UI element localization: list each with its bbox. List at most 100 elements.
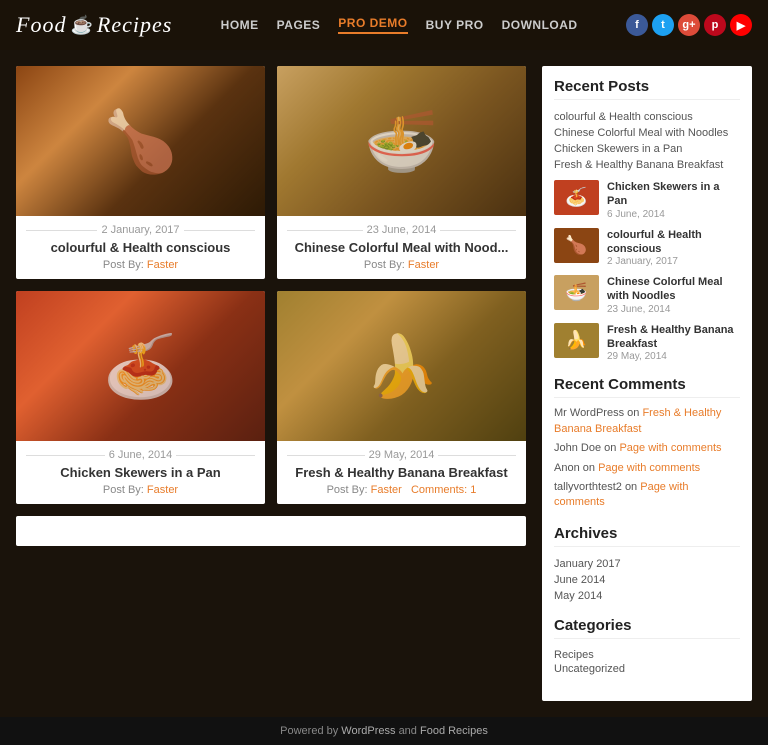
site-header: Food ☕ Recipes HOME PAGES PRO DEMO BUY P…: [0, 0, 768, 50]
thumb-emoji-3: 🍜: [565, 282, 587, 303]
comment-on-2: on: [604, 442, 619, 454]
sidebar-categories: Categories Recipes Uncategorized: [554, 617, 740, 675]
comment-user-4[interactable]: tallyvorthtest2: [554, 481, 622, 493]
post-meta-1: Post By: Faster: [26, 259, 255, 271]
recent-link[interactable]: Chinese Colorful Meal with Noodles: [554, 127, 728, 139]
post-image-2: 🍜: [277, 66, 526, 216]
archive-list: January 2017 June 2014 May 2014: [554, 555, 740, 603]
list-item: Fresh & Healthy Banana Breakfast: [554, 156, 740, 172]
thumb-date-2: 2 January, 2017: [607, 256, 740, 267]
post-author-1[interactable]: Faster: [147, 259, 178, 271]
thumb-title-2: colourful & Health conscious: [607, 228, 740, 257]
site-footer: Powered by WordPress and Food Recipes: [0, 717, 768, 745]
post-by-label-2: Post By:: [364, 259, 405, 271]
food-emoji-3: 🍝: [103, 331, 178, 402]
post-by-label-1: Post By:: [103, 259, 144, 271]
post-card[interactable]: 🍗 2 January, 2017 colourful & Health con…: [16, 66, 265, 279]
list-item: June 2014: [554, 571, 740, 587]
thumb-title-1: Chicken Skewers in a Pan: [607, 180, 740, 209]
twitter-icon[interactable]: t: [652, 14, 674, 36]
sidebar-archives: Archives January 2017 June 2014 May 2014: [554, 525, 740, 603]
logo-text-1: Food: [16, 12, 66, 38]
post-date-2: 23 June, 2014: [287, 224, 516, 236]
recent-link[interactable]: Chicken Skewers in a Pan: [554, 143, 682, 155]
pinterest-icon[interactable]: p: [704, 14, 726, 36]
post-body-2: 23 June, 2014 Chinese Colorful Meal with…: [277, 216, 526, 279]
post-title-4: Fresh & Healthy Banana Breakfast: [287, 465, 516, 480]
youtube-icon[interactable]: ▶: [730, 14, 752, 36]
post-image-3: 🍝: [16, 291, 265, 441]
food-emoji-2: 🍜: [364, 106, 439, 177]
post-card[interactable]: 🍌 29 May, 2014 Fresh & Healthy Banana Br…: [277, 291, 526, 504]
post-author-3[interactable]: Faster: [147, 484, 178, 496]
post-image-4: 🍌: [277, 291, 526, 441]
list-item: 🍝 Chicken Skewers in a Pan 6 June, 2014: [554, 180, 740, 220]
thumb-info-3: Chinese Colorful Meal with Noodles 23 Ju…: [607, 275, 740, 315]
category-link[interactable]: Recipes: [554, 649, 594, 661]
recent-link[interactable]: Fresh & Healthy Banana Breakfast: [554, 159, 723, 171]
sidebar-comments-title: Recent Comments: [554, 376, 740, 398]
post-card[interactable]: 🍜 23 June, 2014 Chinese Colorful Meal wi…: [277, 66, 526, 279]
post-date-4: 29 May, 2014: [287, 449, 516, 461]
thumb-emoji-1: 🍝: [565, 187, 587, 208]
comment-entry: Mr WordPress on Fresh & Healthy Banana B…: [554, 406, 740, 437]
comment-entry: John Doe on Page with comments: [554, 441, 740, 456]
food-emoji-1: 🍗: [103, 106, 178, 177]
social-icons: f t g+ p ▶: [626, 14, 752, 36]
food-emoji-4: 🍌: [364, 331, 439, 402]
archive-link[interactable]: May 2014: [554, 590, 602, 602]
comment-link-3[interactable]: Page with comments: [598, 462, 700, 474]
recent-links-list: colourful & Health conscious Chinese Col…: [554, 108, 740, 172]
footer-wp-link[interactable]: WordPress: [341, 725, 395, 737]
main-nav: HOME PAGES PRO DEMO BUY PRO DOWNLOAD: [221, 16, 578, 34]
list-item: 🍜 Chinese Colorful Meal with Noodles 23 …: [554, 275, 740, 315]
nav-download[interactable]: DOWNLOAD: [502, 18, 578, 32]
footer-mid: and: [399, 725, 420, 737]
post-meta-2: Post By: Faster: [287, 259, 516, 271]
post-by-label-4: Post By:: [327, 484, 368, 496]
footer-theme-link[interactable]: Food Recipes: [420, 725, 488, 737]
facebook-icon[interactable]: f: [626, 14, 648, 36]
post-meta-3: Post By: Faster: [26, 484, 255, 496]
recent-link[interactable]: colourful & Health conscious: [554, 111, 693, 123]
sidebar-recent-posts: Recent Posts colourful & Health consciou…: [554, 78, 740, 362]
post-author-2[interactable]: Faster: [408, 259, 439, 271]
nav-home[interactable]: HOME: [221, 18, 259, 32]
list-item: January 2017: [554, 555, 740, 571]
post-body-1: 2 January, 2017 colourful & Health consc…: [16, 216, 265, 279]
thumb-date-1: 6 June, 2014: [607, 209, 740, 220]
thumb-title-4: Fresh & Healthy Banana Breakfast: [607, 323, 740, 352]
post-date-3: 6 June, 2014: [26, 449, 255, 461]
category-link[interactable]: Uncategorized: [554, 663, 625, 675]
post-card[interactable]: 🍝 6 June, 2014 Chicken Skewers in a Pan …: [16, 291, 265, 504]
post-author-4[interactable]: Faster: [371, 484, 402, 496]
thumb-image-1: 🍝: [554, 180, 599, 215]
post-body-3: 6 June, 2014 Chicken Skewers in a Pan Po…: [16, 441, 265, 504]
thumb-date-4: 29 May, 2014: [607, 351, 740, 362]
posts-grid: 🍗 2 January, 2017 colourful & Health con…: [16, 66, 526, 504]
comment-link-2[interactable]: Page with comments: [619, 442, 721, 454]
list-item: Chinese Colorful Meal with Noodles: [554, 124, 740, 140]
googleplus-icon[interactable]: g+: [678, 14, 700, 36]
comment-on-4: on: [625, 481, 640, 493]
nav-pro-demo[interactable]: PRO DEMO: [338, 16, 407, 34]
comment-user-3[interactable]: Anon: [554, 462, 580, 474]
archive-link[interactable]: January 2017: [554, 558, 621, 570]
sidebar: Recent Posts colourful & Health consciou…: [542, 66, 752, 701]
footer-text: Powered by: [280, 725, 341, 737]
logo[interactable]: Food ☕ Recipes: [16, 12, 172, 38]
logo-text-2: Recipes: [97, 12, 172, 38]
nav-pages[interactable]: PAGES: [277, 18, 321, 32]
comment-entry: Anon on Page with comments: [554, 461, 740, 476]
sidebar-archives-title: Archives: [554, 525, 740, 547]
nav-buy-pro[interactable]: BUY PRO: [426, 18, 484, 32]
thumb-image-3: 🍜: [554, 275, 599, 310]
comment-user-2[interactable]: John Doe: [554, 442, 601, 454]
sidebar-recent-comments: Recent Comments Mr WordPress on Fresh & …: [554, 376, 740, 510]
post-title-3: Chicken Skewers in a Pan: [26, 465, 255, 480]
list-item: May 2014: [554, 587, 740, 603]
comment-user-1[interactable]: Mr WordPress: [554, 407, 624, 419]
list-item: 🍗 colourful & Health conscious 2 January…: [554, 228, 740, 268]
thumb-date-3: 23 June, 2014: [607, 304, 740, 315]
thumb-image-2: 🍗: [554, 228, 599, 263]
